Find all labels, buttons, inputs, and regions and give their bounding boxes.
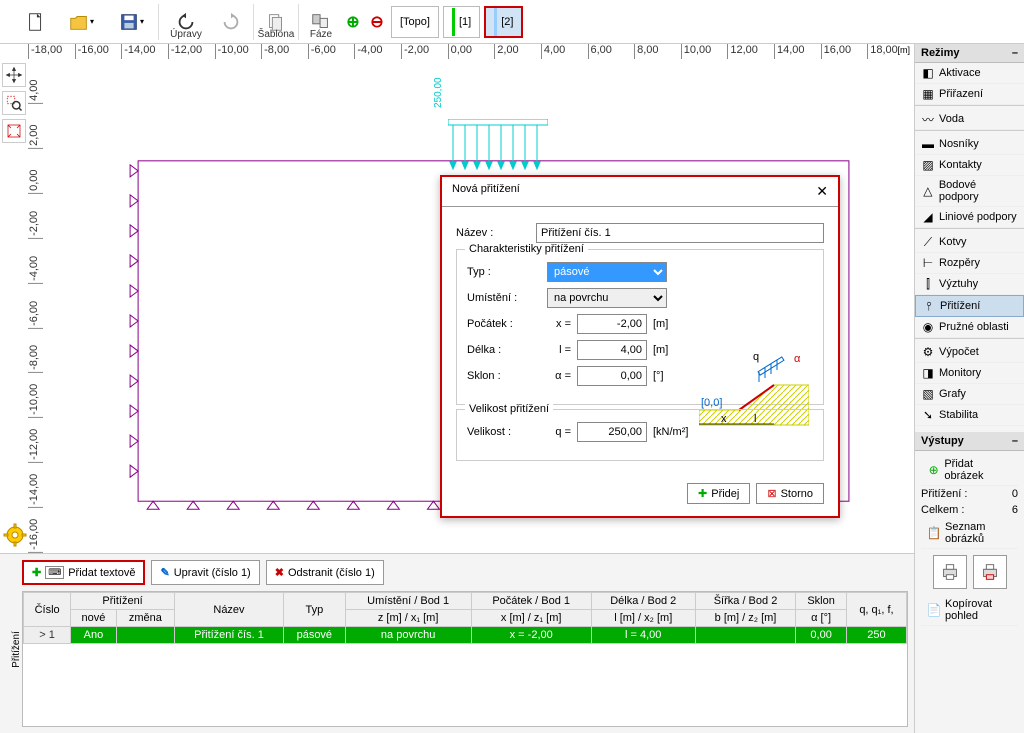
table-row[interactable]: > 1 Ano Přitížení čís. 1 pásové na povrc… [24, 627, 907, 644]
edit-menu-button[interactable]: Úpravy [163, 2, 209, 42]
horizontal-ruler: -18,00-16,00-14,00-12,00-10,00-8,00-6,00… [28, 44, 914, 59]
left-tool-strip [0, 59, 28, 147]
mode-item-přiřazení[interactable]: ▦Přiřazení [915, 84, 1024, 105]
minimize-icon[interactable]: – [1012, 435, 1018, 447]
save-file-button[interactable]: ▾ [108, 2, 154, 42]
zoom-tool-button[interactable] [2, 91, 26, 115]
mode-icon: ⚙ [921, 345, 935, 359]
phase-topo-button[interactable]: [Topo] [391, 6, 439, 38]
start-field[interactable] [577, 314, 647, 334]
name-field[interactable] [536, 223, 824, 243]
right-panel: Režimy– ◧Aktivace▦Přiřazení 〰Voda ▬Nosníky… [914, 44, 1024, 733]
add-phase-button[interactable]: ⊕ [343, 2, 363, 42]
mode-item-pružné oblasti[interactable]: ◉Pružné oblasti [915, 317, 1024, 338]
start-label: Počátek : [467, 318, 547, 330]
mode-item-nosníky[interactable]: ▬Nosníky [915, 134, 1024, 155]
undo-button[interactable] [213, 2, 249, 42]
mode-item-kontakty[interactable]: ▨Kontakty [915, 155, 1024, 176]
mode-item-výpočet[interactable]: ⚙Výpočet [915, 342, 1024, 363]
mode-item-stabilita[interactable]: ➘Stabilita [915, 405, 1024, 426]
delete-button[interactable]: ✖Odstranit (číslo 1) [266, 560, 384, 585]
main-toolbar: Soubor ▾ ▾ Úpravy Šablona Fáze ⊕ ⊖ [Topo… [0, 0, 1024, 44]
pan-tool-button[interactable] [2, 63, 26, 87]
add-text-button[interactable]: ✚⌨Přidat textově [22, 560, 145, 585]
mode-icon: ◧ [921, 66, 935, 80]
print-button[interactable] [933, 555, 967, 589]
out-load-label: Přitížení : [921, 488, 967, 500]
location-label: Umístění : [467, 292, 547, 304]
modes-panel-header: Režimy– [915, 44, 1024, 63]
mode-item-přitížení[interactable]: ⫯Přitížení [915, 295, 1024, 317]
dialog-title: Nová přitížení [452, 183, 520, 200]
mode-icon: ▧ [921, 387, 935, 401]
mode-icon: ◨ [921, 366, 935, 380]
modes-list: ◧Aktivace▦Přiřazení 〰Voda ▬Nosníky▨Kontakt… [915, 63, 1024, 426]
type-label: Typ : [467, 266, 547, 278]
mode-icon: △ [921, 184, 935, 198]
new-file-button[interactable] [18, 2, 54, 42]
slope-field[interactable] [577, 366, 647, 386]
add-picture-button[interactable]: ⊕Přidat obrázek [921, 455, 1018, 486]
load-arrows-icon: 250,00 [448, 119, 548, 177]
mode-item-liniové podpory[interactable]: ◢Liniové podpory [915, 207, 1024, 228]
phases-button[interactable]: Fáze [303, 2, 339, 42]
mode-item-kotvy[interactable]: ⟋Kotvy [915, 232, 1024, 253]
mode-icon: 〰 [921, 112, 935, 126]
mode-icon: ⫯ [922, 299, 936, 313]
mode-icon: ➘ [921, 408, 935, 422]
mode-item-rozpěry[interactable]: ⊢Rozpěry [915, 253, 1024, 274]
length-label: Délka : [467, 344, 547, 356]
mode-item-monitory[interactable]: ◨Monitory [915, 363, 1024, 384]
length-field[interactable] [577, 340, 647, 360]
out-total-value: 6 [1012, 504, 1018, 516]
mode-icon: ◉ [921, 320, 935, 334]
mode-icon: ⊢ [921, 256, 935, 270]
vertical-ruler: 4,002,000,00-2,00-4,00-6,00-8,00-10,00-1… [28, 59, 43, 553]
bottom-panel-label: Přitížení [11, 631, 22, 668]
mode-item-aktivace[interactable]: ◧Aktivace [915, 63, 1024, 84]
phase-2-button[interactable]: [2] [484, 6, 523, 38]
type-select[interactable]: pásové [547, 262, 667, 282]
outputs-panel-header: Výstupy– [915, 432, 1024, 451]
minimize-icon[interactable]: – [1012, 47, 1018, 59]
copy-view-button[interactable]: 📄Kopírovat pohled [921, 595, 1018, 626]
mode-icon: ⫿ [921, 277, 935, 291]
svg-text:[0,0]: [0,0] [701, 397, 722, 409]
out-load-value: 0 [1012, 488, 1018, 500]
magnitude-field[interactable] [577, 422, 647, 442]
mode-item-výztuhy[interactable]: ⫿Výztuhy [915, 274, 1024, 295]
name-label: Název : [456, 227, 536, 239]
phase-1-button[interactable]: [1] [443, 6, 480, 38]
mode-item-voda[interactable]: 〰Voda [915, 109, 1024, 130]
settings-gear-button[interactable] [2, 522, 28, 548]
mode-icon: ▬ [921, 137, 935, 151]
print-color-button[interactable] [973, 555, 1007, 589]
edit-button[interactable]: ✎Upravit (číslo 1) [151, 560, 259, 585]
svg-text:α: α [794, 353, 801, 365]
add-button[interactable]: ✚Přidej [687, 483, 750, 504]
magnitude-label: Velikost : [467, 426, 547, 438]
template-button[interactable]: Šablona [258, 2, 294, 42]
bottom-panel: Přitížení ✚⌨Přidat textově ✎Upravit (čís… [0, 553, 914, 733]
mode-item-grafy[interactable]: ▧Grafy [915, 384, 1024, 405]
picture-list-button[interactable]: 📋Seznam obrázků [921, 518, 1018, 549]
remove-phase-button[interactable]: ⊖ [367, 2, 387, 42]
svg-text:q: q [753, 351, 759, 363]
location-select[interactable]: na povrchu [547, 288, 667, 308]
load-value-label: 250,00 [433, 77, 444, 108]
open-file-button[interactable]: ▾ [58, 2, 104, 42]
loads-table[interactable]: Číslo Přitížení Název Typ Umístění / Bod… [23, 592, 907, 644]
mode-icon: ◢ [921, 210, 935, 224]
mode-icon: ⟋ [921, 235, 935, 249]
mode-icon: ▦ [921, 87, 935, 101]
cancel-button[interactable]: ⊠Storno [756, 483, 824, 504]
ruler-unit: [m] [898, 45, 911, 55]
fit-view-button[interactable] [2, 119, 26, 143]
out-total-label: Celkem : [921, 504, 964, 516]
slope-label: Sklon : [467, 370, 547, 382]
mode-item-bodové podpory[interactable]: △Bodové podpory [915, 176, 1024, 207]
close-icon[interactable]: ✕ [816, 183, 828, 200]
new-load-dialog: Nová přitížení ✕ Název : Charakteristiky… [440, 175, 840, 518]
mode-icon: ▨ [921, 158, 935, 172]
